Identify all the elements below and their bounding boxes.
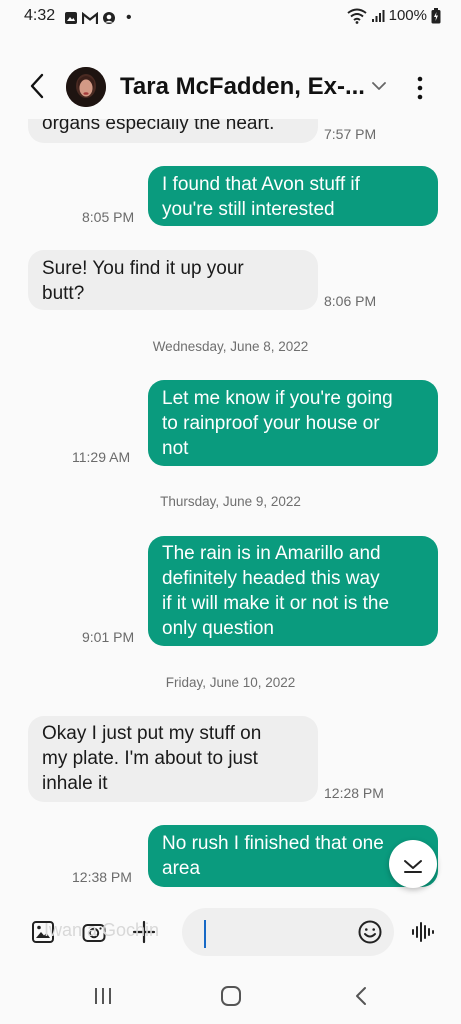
contact-name[interactable]: Tara McFadden, Ex-... <box>120 73 365 101</box>
date-separator: Wednesday, June 8, 2022 <box>152 339 309 354</box>
message-text: I found that Avon stuff if you're still … <box>162 174 360 220</box>
message-composer: Iwan a Gochin <box>0 906 461 958</box>
back-icon <box>356 987 366 1005</box>
chevron-down-icon <box>372 82 386 90</box>
incoming-message[interactable]: Okay I just put my stuff on my plate. I'… <box>28 716 318 802</box>
recents-icon <box>95 988 111 1004</box>
home-icon <box>221 986 241 1006</box>
incoming-message[interactable]: Sure! You find it up your butt? <box>28 250 318 310</box>
message-time: 9:01 PM <box>82 629 135 645</box>
voice-button[interactable] <box>410 919 436 945</box>
avatar[interactable] <box>66 67 106 107</box>
incoming-message[interactable]: organs especially the heart. <box>28 119 318 143</box>
message-time: 7:57 PM <box>324 126 377 142</box>
image-icon <box>65 12 77 24</box>
status-bar: 4:32 • 100% <box>0 0 461 34</box>
outgoing-message[interactable]: Let me know if you're going to rainproof… <box>148 380 438 466</box>
avatar-image <box>66 67 106 107</box>
recents-button[interactable] <box>90 984 116 1008</box>
composer-ghost-text: Iwan a Gochin <box>44 920 160 940</box>
gmail-icon <box>82 11 98 24</box>
text-cursor <box>204 920 206 948</box>
message-text: organs especially the heart. <box>42 119 275 134</box>
chevron-down-icon <box>404 860 422 873</box>
emoji-button[interactable] <box>357 919 383 945</box>
conversation-header: Tara McFadden, Ex-... <box>0 55 461 119</box>
message-input[interactable] <box>182 908 394 956</box>
more-options-button[interactable] <box>408 73 432 103</box>
wifi-icon <box>347 8 367 24</box>
message-text: No rush I finished that one area <box>162 833 384 879</box>
back-nav-button[interactable] <box>348 984 374 1008</box>
face-icon <box>103 12 115 24</box>
message-text: Let me know if you're going to rainproof… <box>162 388 393 459</box>
signal-icon <box>371 9 385 22</box>
status-left-icons: • <box>64 9 132 27</box>
contact-dropdown-button[interactable] <box>368 75 390 97</box>
system-navbar <box>0 964 461 1024</box>
outgoing-message[interactable]: I found that Avon stuff if you're still … <box>148 166 438 226</box>
message-text: Okay I just put my stuff on my plate. I'… <box>42 723 262 794</box>
scroll-to-bottom-button[interactable] <box>389 840 437 888</box>
back-button[interactable] <box>24 69 52 103</box>
more-vert-icon <box>417 76 423 100</box>
voice-icon <box>412 922 434 942</box>
date-separator: Thursday, June 9, 2022 <box>160 494 301 509</box>
date-separator: Friday, June 10, 2022 <box>165 675 296 690</box>
message-time: 8:06 PM <box>324 293 377 309</box>
message-text: The rain is in Amarillo and definitely h… <box>162 543 390 639</box>
status-right: 100% <box>347 7 441 24</box>
battery-percent: 100% <box>388 7 427 24</box>
message-text: Sure! You find it up your butt? <box>42 258 244 304</box>
message-time: 12:38 PM <box>72 869 132 885</box>
home-button[interactable] <box>218 984 244 1008</box>
status-time: 4:32 <box>24 7 56 24</box>
message-list[interactable]: organs especially the heart. 7:57 PM 8:0… <box>0 119 461 894</box>
battery-icon <box>431 7 441 23</box>
message-time: 8:05 PM <box>82 209 135 225</box>
message-time: 12:28 PM <box>324 785 384 801</box>
message-time: 11:29 AM <box>72 449 131 465</box>
back-arrow-icon <box>30 73 44 99</box>
status-dot: • <box>126 9 132 26</box>
outgoing-message[interactable]: The rain is in Amarillo and definitely h… <box>148 536 438 646</box>
emoji-icon <box>358 920 382 944</box>
